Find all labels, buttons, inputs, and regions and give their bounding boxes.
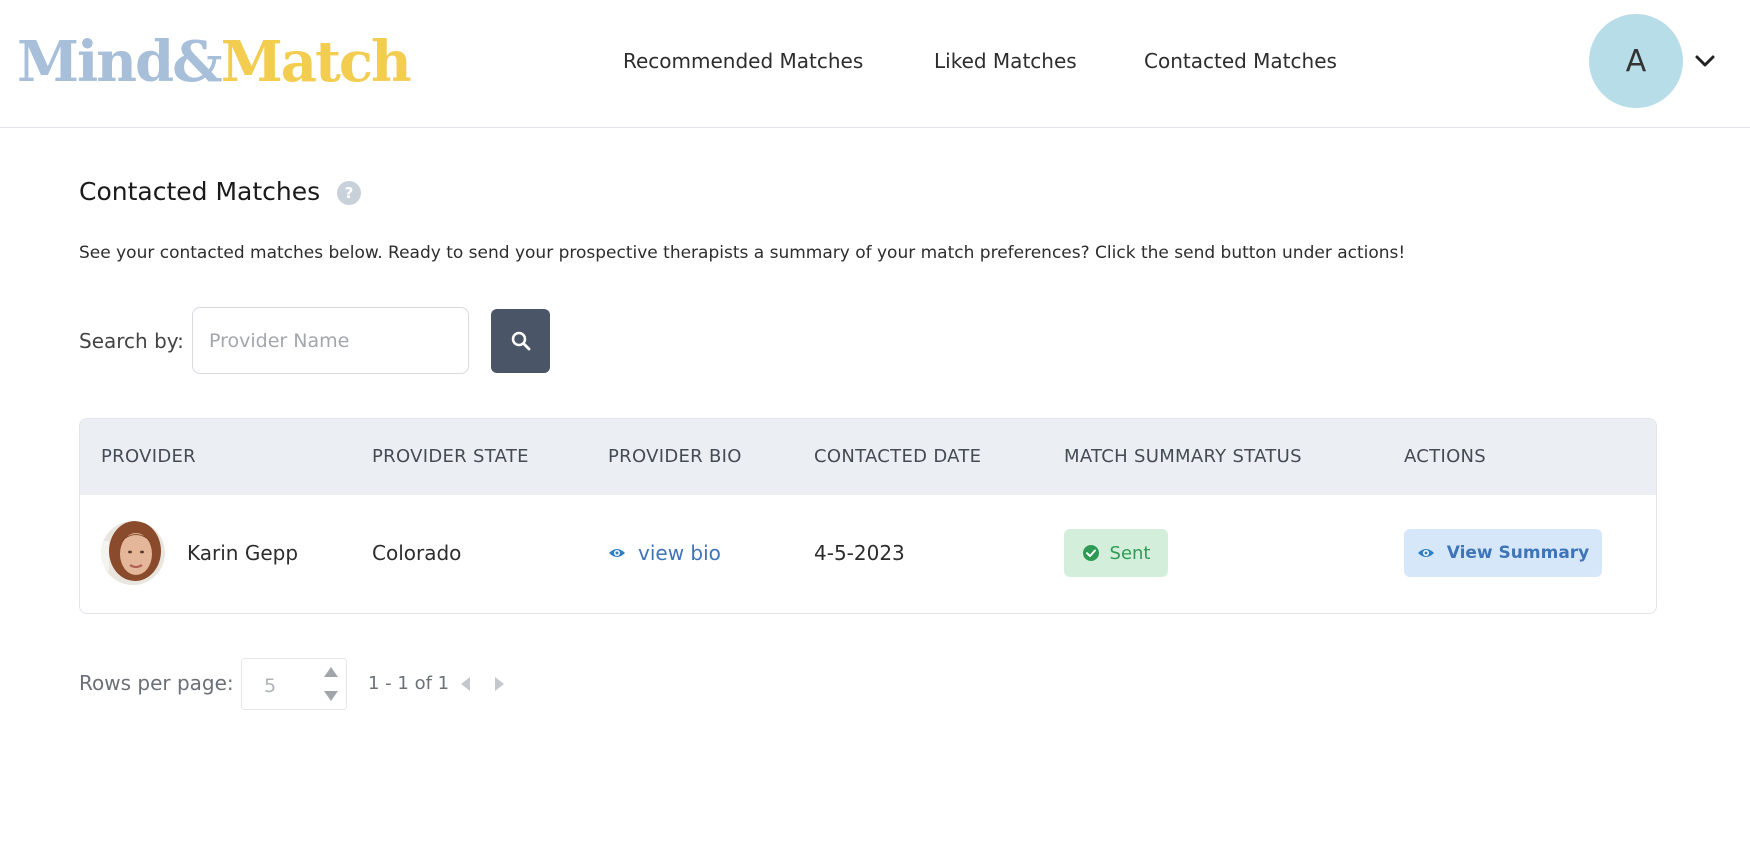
next-page-icon[interactable] <box>495 677 504 691</box>
nav-contacted-matches[interactable]: Contacted Matches <box>1144 49 1337 73</box>
contacted-matches-table: PROVIDER PROVIDER STATE PROVIDER BIO CON… <box>79 418 1657 614</box>
page-title: Contacted Matches <box>79 177 321 206</box>
page-range: 1 - 1 of 1 <box>368 673 450 694</box>
help-icon[interactable]: ? <box>337 181 361 205</box>
chevron-down-icon[interactable] <box>1693 49 1717 73</box>
rows-per-page-stepper[interactable]: 5 <box>241 658 347 710</box>
increment-arrow-icon[interactable] <box>324 667 338 677</box>
col-header-provider: PROVIDER <box>101 446 196 467</box>
col-header-provider-state: PROVIDER STATE <box>372 446 529 467</box>
table-row: Karin Gepp Colorado view bio 4-5-2023 Se… <box>80 495 1656 613</box>
col-header-match-summary-status: MATCH SUMMARY STATUS <box>1064 446 1302 467</box>
view-summary-label: View Summary <box>1446 543 1590 563</box>
logo-ampersand: & <box>172 29 223 95</box>
provider-name: Karin Gepp <box>187 541 299 565</box>
contacted-date: 4-5-2023 <box>814 541 905 565</box>
view-bio-link[interactable]: view bio <box>608 541 721 565</box>
provider-photo <box>101 521 165 585</box>
rows-per-page-value: 5 <box>264 675 277 697</box>
provider-name-search-input[interactable] <box>192 307 469 374</box>
rows-per-page-label: Rows per page: <box>79 671 234 695</box>
table-header: PROVIDER PROVIDER STATE PROVIDER BIO CON… <box>80 419 1656 495</box>
eye-icon <box>609 549 625 557</box>
top-nav-bar: Mind&Match Recommended Matches Liked Mat… <box>0 0 1750 128</box>
status-label: Sent <box>1109 542 1151 564</box>
decrement-arrow-icon[interactable] <box>324 691 338 701</box>
search-button[interactable] <box>491 309 550 373</box>
search-label: Search by: <box>79 329 184 353</box>
view-summary-button[interactable]: View Summary <box>1404 529 1602 577</box>
nav-recommended-matches[interactable]: Recommended Matches <box>623 49 863 73</box>
logo-match: Match <box>220 29 412 95</box>
col-header-actions: ACTIONS <box>1404 446 1487 467</box>
prev-page-icon[interactable] <box>461 677 470 691</box>
logo-mind: Mind <box>17 29 174 95</box>
status-badge: Sent <box>1064 529 1168 577</box>
check-circle-icon <box>1082 545 1099 561</box>
col-header-contacted-date: CONTACTED DATE <box>814 446 982 467</box>
page-description: See your contacted matches below. Ready … <box>79 243 1406 263</box>
search-icon <box>511 331 530 351</box>
nav-liked-matches[interactable]: Liked Matches <box>934 49 1077 73</box>
col-header-provider-bio: PROVIDER BIO <box>608 446 742 467</box>
mind-and-match-logo[interactable]: Mind&Match <box>17 28 412 96</box>
provider-state: Colorado <box>372 541 462 565</box>
user-avatar[interactable]: A <box>1589 14 1683 108</box>
eye-icon <box>1417 549 1434 557</box>
avatar-initial: A <box>1625 43 1647 79</box>
view-bio-label: view bio <box>638 541 721 565</box>
